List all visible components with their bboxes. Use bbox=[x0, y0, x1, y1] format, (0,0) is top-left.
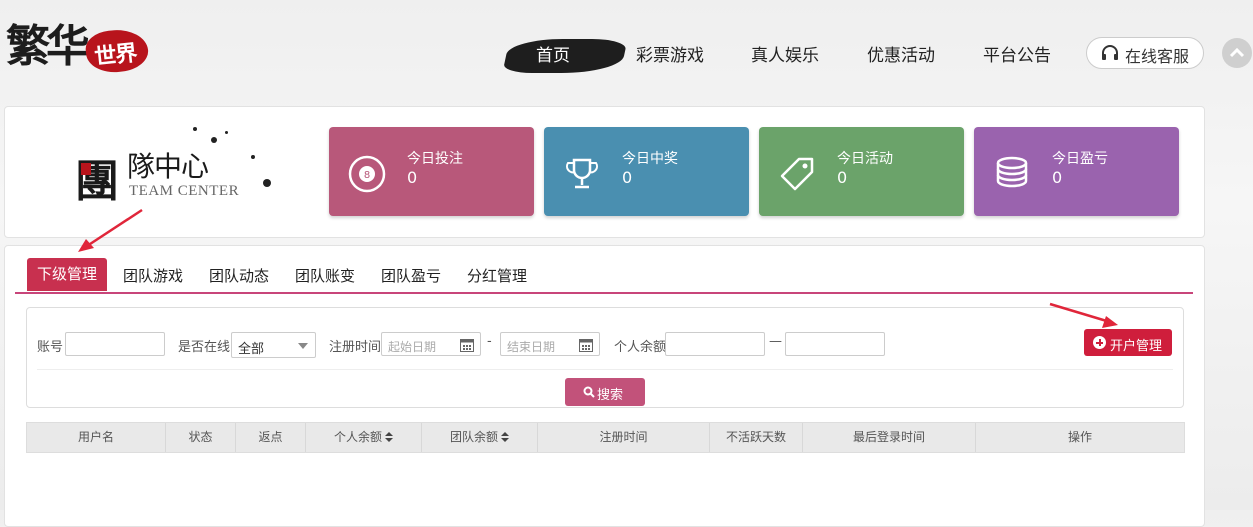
column-header-inactive-days[interactable]: 不活跃天数 bbox=[710, 423, 803, 452]
stat-card-profit[interactable]: 今日盈亏 0 bbox=[974, 127, 1179, 216]
tab-subordinate-management[interactable]: 下级管理 bbox=[27, 258, 108, 291]
end-date-placeholder: 结束日期 bbox=[507, 340, 556, 354]
chevron-up-icon bbox=[1229, 47, 1245, 58]
search-filter-box: 账号 是否在线 全部 注册时间 起始日期 - 结束日期 个人余额 — 开户管理 … bbox=[26, 307, 1184, 408]
account-label: 账号 bbox=[37, 340, 64, 355]
stat-value: 0 bbox=[1052, 168, 1063, 187]
stat-label: 今日活动 bbox=[837, 151, 893, 167]
online-status-select[interactable]: 全部 bbox=[231, 332, 316, 358]
team-logo-char: 團 bbox=[75, 156, 119, 207]
scroll-top-button[interactable] bbox=[1222, 38, 1252, 68]
column-header-register-time[interactable]: 注册时间 bbox=[538, 423, 710, 452]
tag-icon bbox=[780, 157, 814, 191]
start-date-placeholder: 起始日期 bbox=[388, 340, 437, 354]
tab-team-games[interactable]: 团队游戏 bbox=[123, 263, 183, 291]
search-icon bbox=[583, 386, 595, 398]
coins-stack-icon bbox=[996, 156, 1028, 188]
team-tabs: 下级管理 团队游戏 团队动态 团队账变 团队盈亏 分红管理 bbox=[15, 258, 1193, 294]
date-range-separator: - bbox=[487, 334, 492, 349]
trophy-icon bbox=[565, 158, 599, 189]
chevron-down-icon bbox=[298, 343, 308, 349]
personal-balance-label: 个人余额 bbox=[614, 340, 667, 355]
search-button[interactable]: 搜索 bbox=[565, 378, 645, 406]
ink-dot bbox=[211, 137, 217, 143]
customer-service-label: 在线客服 bbox=[1125, 47, 1190, 66]
tab-dividend-management[interactable]: 分红管理 bbox=[467, 263, 527, 291]
end-date-input[interactable]: 结束日期 bbox=[500, 332, 600, 356]
column-header-username[interactable]: 用户名 bbox=[27, 423, 166, 452]
balance-range-separator: — bbox=[769, 334, 782, 349]
headset-icon bbox=[1102, 45, 1118, 60]
stat-card-bets[interactable]: 8 今日投注 0 bbox=[329, 127, 534, 216]
stat-label: 今日盈亏 bbox=[1052, 151, 1108, 167]
sort-icon bbox=[385, 432, 393, 442]
svg-text:8: 8 bbox=[364, 170, 370, 181]
nav-item-lottery[interactable]: 彩票游戏 bbox=[636, 41, 704, 66]
team-center-logo: 團 隊中心 TEAM CENTER bbox=[75, 127, 295, 219]
ink-dot bbox=[263, 179, 271, 187]
ink-dot bbox=[193, 127, 197, 131]
column-header-team-balance[interactable]: 团队余额 bbox=[422, 423, 538, 452]
stat-label: 今日中奖 bbox=[622, 151, 678, 167]
start-date-input[interactable]: 起始日期 bbox=[381, 332, 481, 356]
ink-dot bbox=[251, 155, 255, 159]
team-summary-panel: 團 隊中心 TEAM CENTER 8 今日投注 0 今日中奖 0 今日活动 0… bbox=[4, 106, 1205, 238]
column-header-rebate[interactable]: 返点 bbox=[236, 423, 306, 452]
stat-label: 今日投注 bbox=[407, 151, 463, 167]
column-header-status[interactable]: 状态 bbox=[166, 423, 236, 452]
stat-card-activities[interactable]: 今日活动 0 bbox=[759, 127, 964, 216]
open-account-button[interactable]: 开户管理 bbox=[1084, 329, 1172, 356]
billiard-ball-8-icon: 8 bbox=[348, 155, 386, 193]
tab-team-activity[interactable]: 团队动态 bbox=[209, 263, 269, 291]
filter-divider bbox=[37, 369, 1173, 370]
nav-item-live-casino[interactable]: 真人娱乐 bbox=[751, 41, 819, 66]
sort-icon bbox=[501, 432, 509, 442]
stat-value: 0 bbox=[407, 168, 418, 187]
team-logo-title: 隊中心 bbox=[127, 150, 209, 183]
subordinate-management-panel: 下级管理 团队游戏 团队动态 团队账变 团队盈亏 分红管理 账号 是否在线 全部… bbox=[4, 245, 1205, 527]
open-account-label: 开户管理 bbox=[1110, 339, 1163, 354]
calendar-icon bbox=[460, 339, 474, 352]
tab-team-transactions[interactable]: 团队账变 bbox=[295, 263, 355, 291]
account-input[interactable] bbox=[65, 332, 165, 356]
main-nav: 首页 彩票游戏 真人娱乐 优惠活动 平台公告 bbox=[0, 38, 1253, 73]
nav-item-promotions[interactable]: 优惠活动 bbox=[867, 41, 935, 66]
plus-circle-icon bbox=[1093, 336, 1106, 349]
search-button-label: 搜索 bbox=[597, 388, 624, 403]
balance-max-input[interactable] bbox=[785, 332, 885, 356]
balance-min-input[interactable] bbox=[665, 332, 765, 356]
stat-card-wins[interactable]: 今日中奖 0 bbox=[544, 127, 749, 216]
register-time-label: 注册时间 bbox=[329, 340, 382, 355]
customer-service-button[interactable]: 在线客服 bbox=[1086, 37, 1204, 69]
stat-value: 0 bbox=[837, 168, 848, 187]
subordinate-table-header: 用户名 状态 返点 个人余额 团队余额 注册时间 不活跃天数 最后登录时间 操作 bbox=[26, 422, 1185, 453]
stat-value: 0 bbox=[622, 168, 633, 187]
tab-team-profit[interactable]: 团队盈亏 bbox=[381, 263, 441, 291]
calendar-icon bbox=[579, 339, 593, 352]
team-logo-seal bbox=[81, 163, 91, 175]
nav-item-home[interactable]: 首页 bbox=[536, 41, 570, 66]
team-logo-subtitle: TEAM CENTER bbox=[129, 183, 240, 199]
nav-item-announcements[interactable]: 平台公告 bbox=[983, 41, 1051, 66]
online-status-label: 是否在线 bbox=[178, 340, 231, 355]
column-header-personal-balance[interactable]: 个人余额 bbox=[306, 423, 422, 452]
ink-dot bbox=[225, 131, 228, 134]
online-status-value: 全部 bbox=[238, 342, 265, 357]
column-header-last-login[interactable]: 最后登录时间 bbox=[803, 423, 976, 452]
column-header-actions[interactable]: 操作 bbox=[976, 423, 1184, 452]
